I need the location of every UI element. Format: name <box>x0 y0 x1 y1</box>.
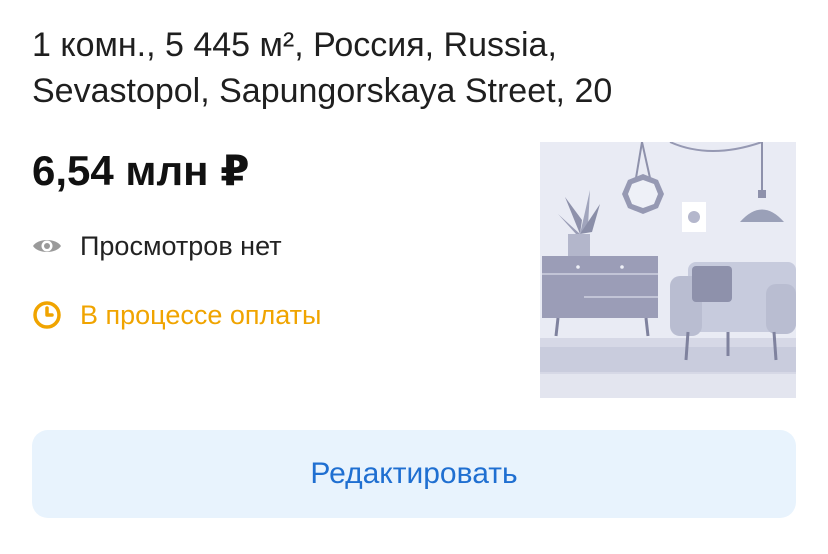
views-text: Просмотров нет <box>80 231 282 261</box>
listing-photo-placeholder[interactable] <box>540 142 796 398</box>
listing-card[interactable]: 1 комн., 5 445 м², Россия, Russia, Sevas… <box>0 0 828 554</box>
edit-button[interactable]: Редактировать <box>32 430 796 518</box>
listing-title: 1 комн., 5 445 м², Россия, Russia, Sevas… <box>32 26 613 110</box>
status-row: В процессе оплаты <box>32 297 321 333</box>
clock-icon <box>32 300 62 330</box>
listing-price: 6,54 млн ₽ <box>32 147 250 194</box>
status-text: В процессе оплаты <box>80 300 322 330</box>
eye-icon <box>32 231 62 261</box>
views-row: Просмотров нет <box>32 228 282 264</box>
